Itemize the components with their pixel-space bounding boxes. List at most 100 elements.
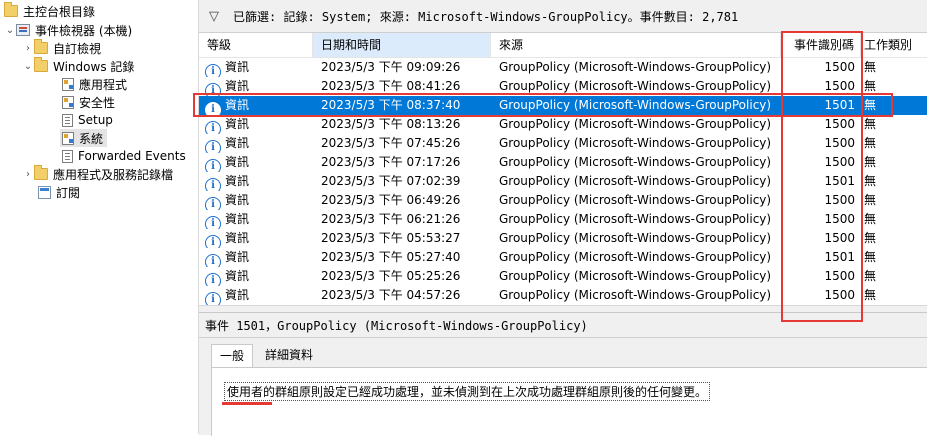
cell-id: 1500 [824,79,855,93]
table-row[interactable]: i 資訊 2023/5/3 下午 05:25:26 GroupPolicy (Micr… [199,267,927,286]
cell-id: 1500 [824,155,855,169]
info-icon: i [205,83,221,96]
cell-level: i 資訊 [205,58,305,77]
tree-item-setup[interactable]: Setup [62,111,113,129]
cell-datetime: 2023/5/3 下午 04:57:26 [321,288,461,302]
cell-level: i 資訊 [205,77,305,96]
tree-item-app-services-logs[interactable]: › 應用程式及服務記錄檔 [22,165,173,183]
tree-item-label: 主控台根目錄 [23,4,96,19]
tree-item-forwarded-events[interactable]: Forwarded Events [62,147,186,165]
tree-item-system[interactable]: 系統 [60,129,108,147]
cell-level: i 資訊 [205,267,305,286]
table-row-selected[interactable]: i 資訊 2023/5/3 下午 08:37:40 GroupPolicy (Micr… [199,96,927,115]
tree-item-event-viewer[interactable]: ⌄ 事件檢視器 (本機) [4,21,132,39]
cell-id: 1500 [824,193,855,207]
cell-task: 無 [864,269,877,283]
cell-source: GroupPolicy (Microsoft-Windows-GroupPoli… [499,250,772,264]
tab-general[interactable]: 一般 [211,344,254,368]
table-row[interactable]: i 資訊 2023/5/3 下午 04:57:26 GroupPolicy (Micr… [199,286,927,305]
table-row[interactable]: i 資訊 2023/5/3 下午 05:27:40 GroupPolicy (Micr… [199,248,927,267]
tree-item-label: 安全性 [79,95,116,110]
cell-datetime: 2023/5/3 下午 05:25:26 [321,269,461,283]
tree-item-subscriptions[interactable]: 訂閱 [38,183,80,201]
chevron-right-icon[interactable]: › [22,43,34,54]
info-icon: i [205,102,221,115]
info-icon: i [205,140,221,153]
chevron-down-icon[interactable]: ⌄ [4,25,16,36]
event-grid: 等級 日期和時間 來源 事件識別碼 工作類別 i 資訊 2023/5/3 下午 09… [199,33,927,305]
cell-datetime: 2023/5/3 下午 07:02:39 [321,174,461,188]
cell-datetime: 2023/5/3 下午 05:53:27 [321,231,461,245]
chevron-down-icon[interactable]: ⌄ [22,61,34,72]
tree-item-label: 應用程式 [79,77,128,92]
table-row[interactable]: i 資訊 2023/5/3 下午 07:17:26 GroupPolicy (Micr… [199,153,927,172]
column-header-task-category[interactable]: 工作類別 [861,33,927,57]
cell-task: 無 [864,136,877,150]
cell-id: 1500 [824,117,855,131]
cell-level-text: 資訊 [225,60,250,74]
cell-source: GroupPolicy (Microsoft-Windows-GroupPoli… [499,79,772,93]
table-row[interactable]: i 資訊 2023/5/3 下午 07:02:39 GroupPolicy (Micr… [199,172,927,191]
cell-level-text: 資訊 [225,212,250,226]
general-tab-content: 使用者的群組原則設定已經成功處理，並未偵測到在上次成功處理群組原則後的任何變更。 [211,367,927,436]
folder-icon [34,57,48,72]
column-header-event-id[interactable]: 事件識別碼 [781,33,861,57]
cell-id: 1500 [824,231,855,245]
cell-task: 無 [864,193,877,207]
filter-bar: ▽ 已篩選: 記錄: System; 來源: Microsoft-Windows… [199,0,927,33]
column-header-level[interactable]: 等級 [199,33,313,57]
table-row[interactable]: i 資訊 2023/5/3 下午 08:13:26 GroupPolicy (Micr… [199,115,927,134]
cell-level: i 資訊 [205,286,305,305]
table-row[interactable]: i 資訊 2023/5/3 下午 06:21:26 GroupPolicy (Micr… [199,210,927,229]
log-icon [62,131,74,145]
cell-task: 無 [864,250,877,264]
cell-id: 1501 [824,174,855,188]
cell-level: i 資訊 [205,210,305,229]
cell-level: i 資訊 [205,191,305,210]
log-icon [62,149,73,163]
chevron-right-icon[interactable]: › [22,169,34,180]
cell-level-text: 資訊 [225,231,250,245]
column-header-datetime[interactable]: 日期和時間 [313,33,491,57]
event-message[interactable]: 使用者的群組原則設定已經成功處理，並未偵測到在上次成功處理群組原則後的任何變更。 [224,382,711,401]
log-icon [62,95,74,109]
column-header-source[interactable]: 來源 [491,33,781,57]
tree-item-application[interactable]: 應用程式 [62,75,127,93]
cell-level-text: 資訊 [225,98,250,112]
cell-datetime: 2023/5/3 下午 08:13:26 [321,117,461,131]
info-icon: i [205,292,221,305]
cell-level: i 資訊 [205,134,305,153]
cell-task: 無 [864,60,877,74]
divider [199,337,927,338]
tree-item-console-root[interactable]: 主控台根目錄 [4,2,95,20]
cell-id: 1501 [824,250,855,264]
info-icon: i [205,197,221,210]
folder-icon [34,165,48,180]
cell-datetime: 2023/5/3 下午 08:41:26 [321,79,461,93]
cell-task: 無 [864,117,877,131]
subscription-icon [38,185,51,199]
table-row[interactable]: i 資訊 2023/5/3 下午 07:45:26 GroupPolicy (Micr… [199,134,927,153]
event-list-pane: ▽ 已篩選: 記錄: System; 來源: Microsoft-Windows… [199,0,927,436]
cell-id: 1500 [824,269,855,283]
horizontal-scrollbar[interactable] [199,305,927,312]
tab-details[interactable]: 詳細資料 [257,344,321,367]
cell-source: GroupPolicy (Microsoft-Windows-GroupPoli… [499,174,772,188]
table-row[interactable]: i 資訊 2023/5/3 下午 05:53:27 GroupPolicy (Micr… [199,229,927,248]
tree-item-security[interactable]: 安全性 [62,93,115,111]
cell-source: GroupPolicy (Microsoft-Windows-GroupPoli… [499,98,772,112]
info-icon: i [205,64,221,77]
tree-item-custom-views[interactable]: › 自訂檢視 [22,39,101,57]
tree-item-windows-logs[interactable]: ⌄ Windows 記錄 [22,57,134,75]
folder-icon [4,2,18,17]
cell-id: 1500 [824,288,855,302]
table-row[interactable]: i 資訊 2023/5/3 下午 09:09:26 GroupPolicy (Micr… [199,58,927,77]
cell-level-text: 資訊 [225,250,250,264]
cell-source: GroupPolicy (Microsoft-Windows-GroupPoli… [499,288,772,302]
cell-task: 無 [864,174,877,188]
cell-level-text: 資訊 [225,155,250,169]
cell-id: 1500 [824,136,855,150]
filter-summary: 已篩選: 記錄: System; 來源: Microsoft-Windows-G… [233,9,739,24]
table-row[interactable]: i 資訊 2023/5/3 下午 08:41:26 GroupPolicy (Micr… [199,77,927,96]
table-row[interactable]: i 資訊 2023/5/3 下午 06:49:26 GroupPolicy (Micr… [199,191,927,210]
